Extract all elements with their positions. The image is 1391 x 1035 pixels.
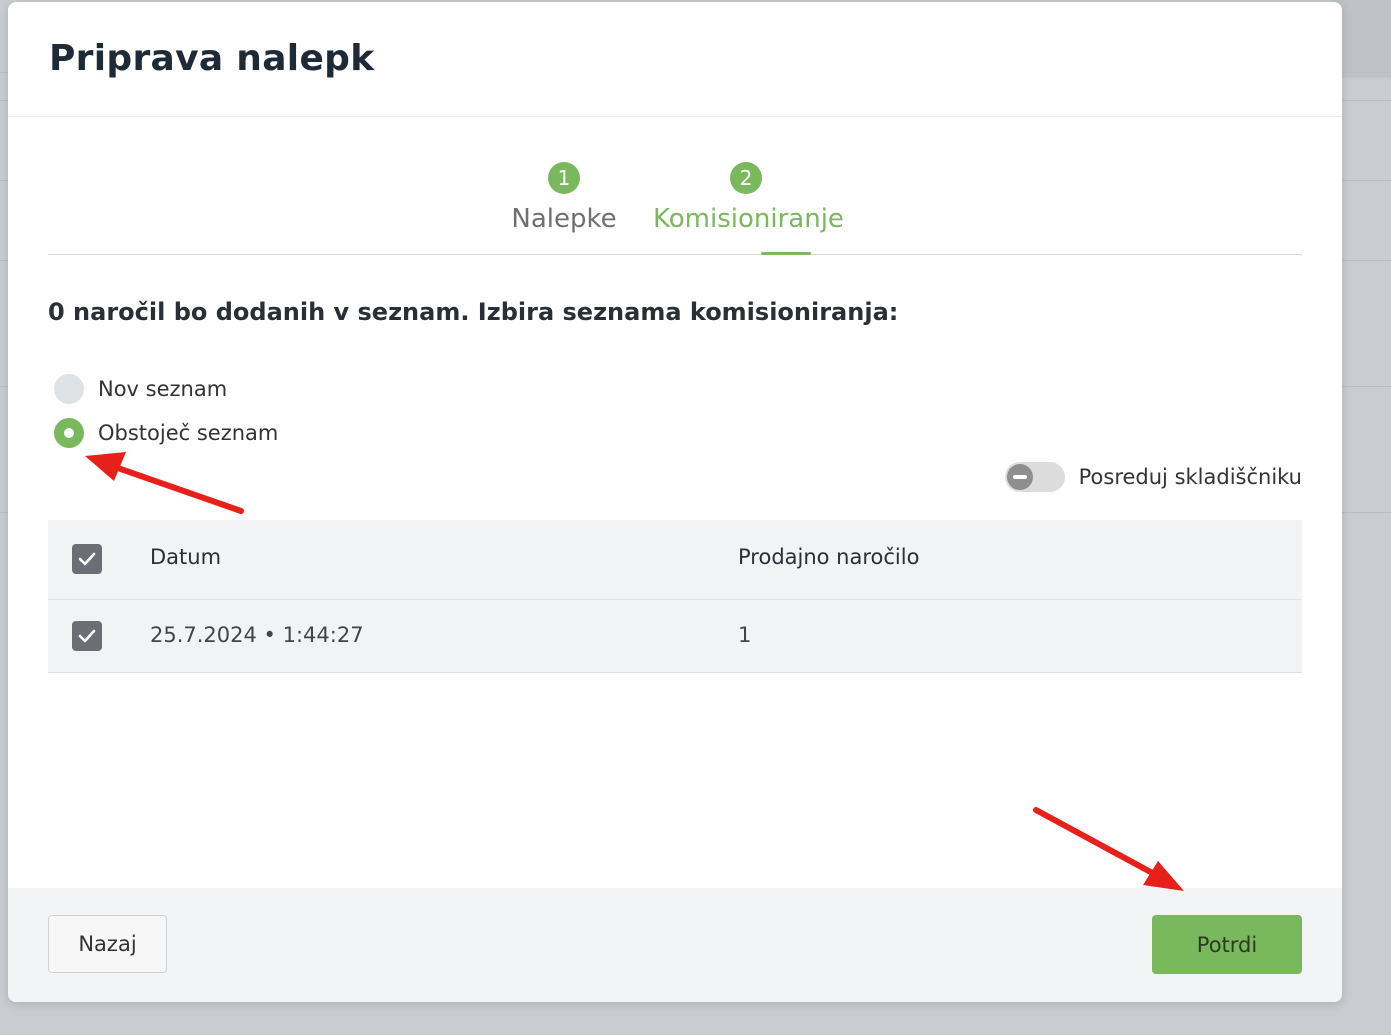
- step-labels[interactable]: 1 Nalepke: [509, 162, 619, 234]
- orders-table: Datum Prodajno naročilo 25.7.2024 • 1:44…: [48, 520, 1302, 673]
- table-header: Datum Prodajno naročilo: [48, 520, 1302, 600]
- column-header-date[interactable]: Datum: [150, 545, 221, 569]
- checkmark-icon: [78, 629, 96, 643]
- toggle-label: Posreduj skladiščniku: [1078, 465, 1302, 489]
- radio-button-selected[interactable]: [54, 418, 84, 448]
- modal-footer: Nazaj Potrdi: [8, 888, 1342, 1002]
- modal-title: Priprava nalepk: [49, 38, 375, 79]
- back-button[interactable]: Nazaj: [48, 915, 167, 973]
- select-all-checkbox[interactable]: [72, 544, 102, 574]
- option-new-list[interactable]: Nov seznam: [54, 374, 227, 404]
- table-row[interactable]: 25.7.2024 • 1:44:27 1: [48, 600, 1302, 673]
- step-number-badge: 1: [548, 162, 580, 194]
- active-step-indicator: [761, 252, 811, 255]
- step-number-badge: 2: [730, 162, 762, 194]
- radio-label: Obstoječ seznam: [98, 421, 279, 445]
- radio-button[interactable]: [54, 374, 84, 404]
- forward-to-warehouse-toggle[interactable]: [1004, 462, 1065, 492]
- confirm-button[interactable]: Potrdi: [1152, 915, 1302, 974]
- picking-list-prompt: 0 naročil bo dodanih v seznam. Izbira se…: [48, 298, 899, 326]
- modal-header: Priprava nalepk: [8, 2, 1342, 117]
- label-preparation-modal: Priprava nalepk 1 Nalepke 2 Komisioniran…: [8, 2, 1342, 1002]
- forward-to-warehouse-toggle-row: Posreduj skladiščniku: [1004, 462, 1302, 492]
- toggle-off-icon: [1006, 464, 1033, 490]
- step-picking[interactable]: 2 Komisioniranje: [653, 162, 844, 234]
- cell-sales-order: 1: [738, 623, 752, 647]
- cell-date: 25.7.2024 • 1:44:27: [150, 623, 364, 647]
- step-label: Nalepke: [511, 204, 617, 234]
- checkmark-icon: [78, 552, 96, 566]
- row-checkbox[interactable]: [72, 621, 102, 651]
- option-existing-list[interactable]: Obstoječ seznam: [54, 418, 278, 448]
- stepper: 1 Nalepke 2 Komisioniranje: [48, 162, 1302, 255]
- step-label: Komisioniranje: [653, 204, 844, 234]
- radio-label: Nov seznam: [98, 377, 228, 401]
- column-header-sales-order[interactable]: Prodajno naročilo: [738, 545, 919, 569]
